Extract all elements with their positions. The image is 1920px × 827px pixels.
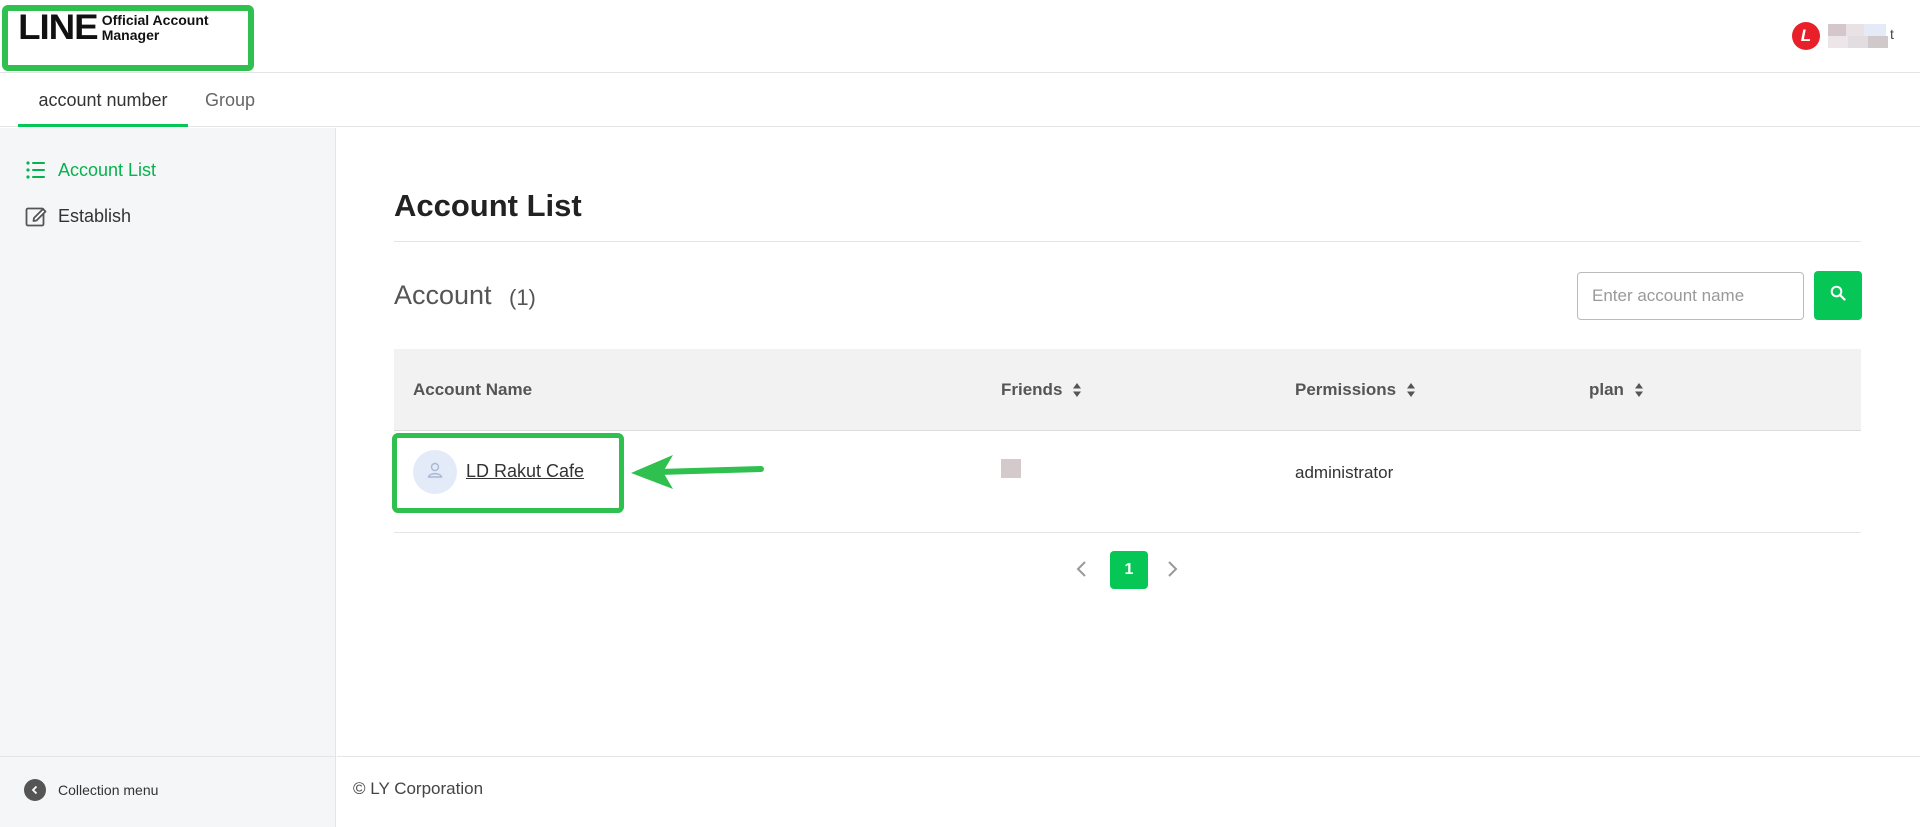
sidebar-item-label: Account List: [58, 159, 157, 180]
table-header: Account Name Friends Permissions plan: [394, 349, 1861, 431]
pagination: 1: [337, 551, 1920, 591]
column-label: Account Name: [413, 380, 533, 399]
copyright-text: © LY Corporation: [353, 779, 484, 798]
column-header-permissions[interactable]: Permissions: [1295, 349, 1416, 431]
chevron-left-icon: [1076, 561, 1086, 577]
sort-icon[interactable]: [1634, 382, 1644, 398]
page-number-current[interactable]: 1: [1110, 551, 1148, 589]
logo-subtitle-line1: Official Account: [101, 11, 209, 28]
collapse-menu-button[interactable]: Collection menu: [24, 779, 158, 801]
page-title: Account List: [394, 188, 582, 223]
account-count: (1): [509, 285, 536, 310]
arrow-annotation-icon: [631, 455, 764, 489]
tab-account-number[interactable]: account number: [18, 73, 188, 127]
logo-wordmark: LINE: [18, 8, 99, 47]
account-avatar[interactable]: [413, 450, 457, 494]
column-label: Permissions: [1295, 380, 1397, 399]
divider: [394, 241, 1861, 242]
user-name-redacted[interactable]: t: [1828, 24, 1894, 48]
column-header-friends[interactable]: Friends: [1001, 349, 1082, 431]
sort-icon[interactable]: [1072, 382, 1082, 398]
sidebar-item-establish[interactable]: Establish: [24, 204, 131, 228]
search-button[interactable]: [1814, 271, 1862, 320]
sort-icon[interactable]: [1406, 382, 1416, 398]
edit-icon: [24, 204, 48, 228]
prev-page-button[interactable]: [1075, 559, 1089, 584]
sidebar-item-label: Establish: [58, 205, 132, 226]
search-icon: [1830, 285, 1846, 306]
search-input[interactable]: [1577, 272, 1804, 320]
sidebar-item-account-list[interactable]: Account List: [24, 158, 156, 182]
main-content: Account List Account (1) Account Name Fr…: [337, 128, 1920, 827]
sidebar-footer: Collection menu: [0, 756, 335, 827]
column-label: Friends: [1001, 380, 1063, 399]
list-icon: [24, 158, 48, 182]
chevron-left-icon: [24, 779, 46, 801]
table-row: LD Rakut Cafe administrator: [392, 431, 1861, 533]
user-name-suffix: t: [1890, 26, 1894, 42]
section-title: Account: [394, 280, 492, 310]
account-name-link[interactable]: LD Rakut Cafe: [466, 461, 584, 482]
column-label: plan: [1589, 380, 1624, 399]
user-avatar[interactable]: L: [1792, 22, 1820, 50]
collapse-menu-label: Collection menu: [58, 782, 159, 798]
top-tabs: account number Group: [0, 73, 1920, 127]
footer: © LY Corporation: [337, 756, 1920, 827]
top-header: LINE Official Account Manager L t: [0, 0, 1920, 73]
line-logo[interactable]: LINE Official Account Manager: [18, 8, 209, 47]
logo-subtitle: Official Account Manager: [101, 11, 209, 43]
chevron-right-icon: [1168, 561, 1178, 577]
column-header-account-name: Account Name: [413, 349, 532, 431]
permissions-value: administrator: [1295, 463, 1394, 482]
user-menu[interactable]: L t: [1792, 22, 1894, 50]
column-header-plan[interactable]: plan: [1589, 349, 1644, 431]
logo-subtitle-line2: Manager: [101, 26, 160, 43]
next-page-button[interactable]: [1165, 559, 1179, 584]
sidebar: Account List Establish Collection menu: [0, 128, 336, 827]
friends-value-redacted: [1001, 459, 1021, 478]
user-placeholder-icon: [426, 461, 444, 484]
tab-group[interactable]: Group: [196, 73, 264, 127]
